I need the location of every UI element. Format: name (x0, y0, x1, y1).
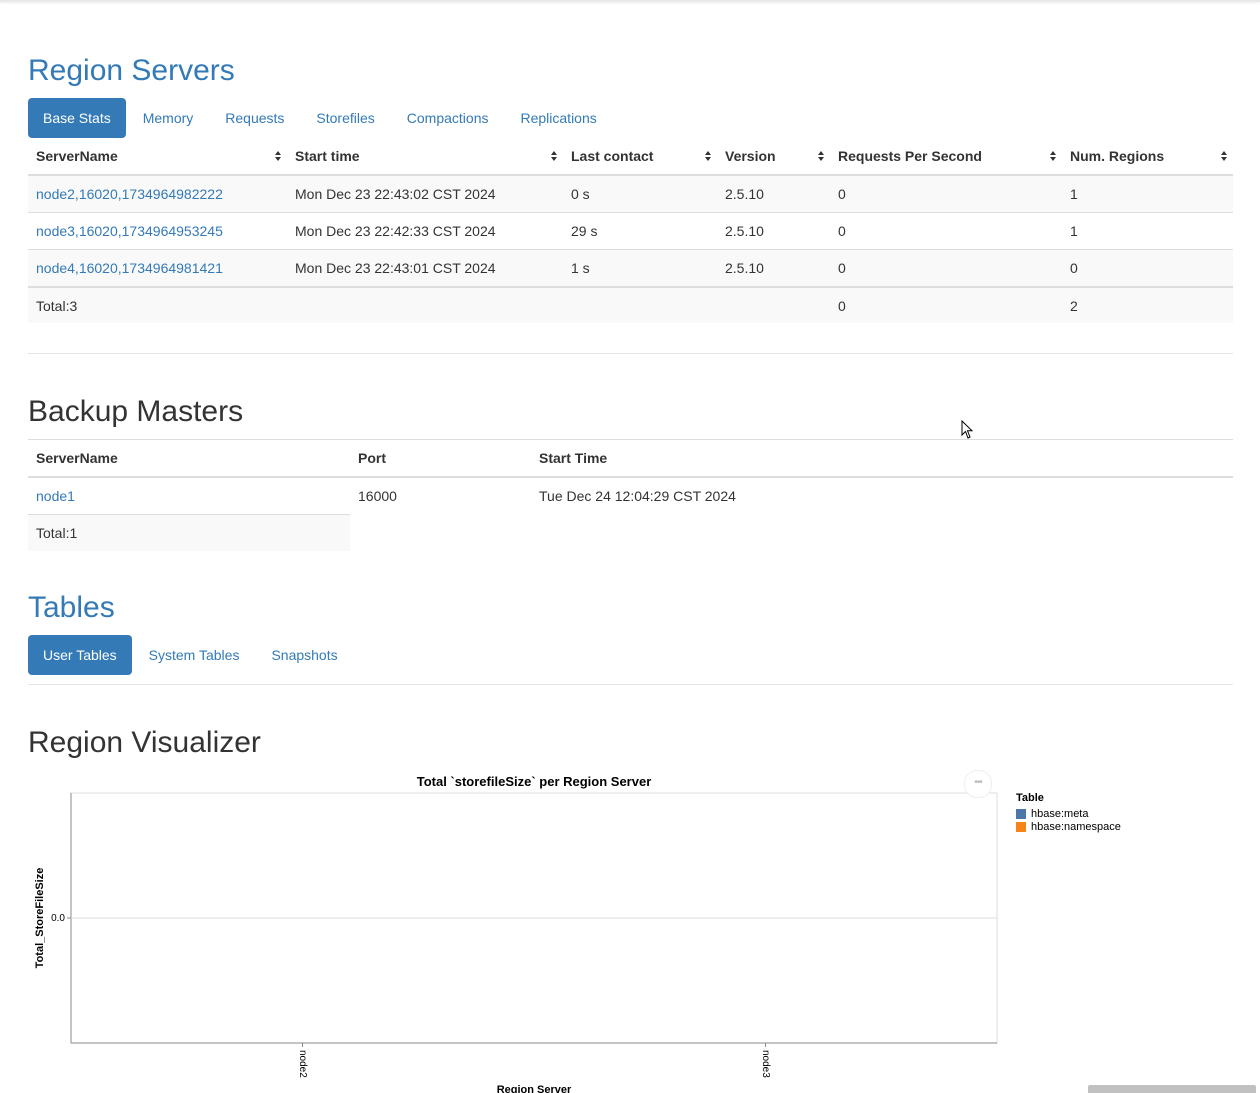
table-header-row: ServerName Start time Last contact Versi… (28, 138, 1233, 176)
requests-cell: 0 (830, 212, 1062, 250)
last-contact-cell: 0 s (563, 174, 717, 213)
backup-masters-table: ServerName Port Start Time node1 16000 T… (28, 439, 1233, 551)
legend-label: hbase:namespace (1031, 820, 1121, 833)
start-time-cell: Mon Dec 23 22:43:01 CST 2024 (287, 249, 563, 287)
region-servers-table: ServerName Start time Last contact Versi… (28, 138, 1233, 323)
tab-base-stats[interactable]: Base Stats (28, 98, 126, 138)
server-link[interactable]: node4,16020,1734964981421 (36, 260, 223, 276)
legend-swatch (1016, 808, 1026, 819)
tab-requests[interactable]: Requests (210, 98, 299, 138)
backup-master-link[interactable]: node1 (36, 488, 75, 504)
tab-memory[interactable]: Memory (128, 98, 209, 138)
requests-cell: 0 (830, 249, 1062, 287)
sort-both-icon[interactable] (705, 151, 711, 161)
server-link[interactable]: node3,16020,1734964953245 (36, 223, 223, 239)
tab-storefiles[interactable]: Storefiles (301, 98, 389, 138)
column-header-version[interactable]: Version (717, 138, 830, 176)
table-row: node4,16020,1734964981421 Mon Dec 23 22:… (28, 249, 1233, 287)
legend-item[interactable]: hbase:meta (1016, 807, 1121, 820)
x-axis-label: Region Server (497, 1084, 572, 1093)
total-label: Total:3 (28, 286, 287, 323)
region-servers-title[interactable]: Region Servers (28, 54, 235, 88)
sort-both-icon[interactable] (1221, 151, 1227, 161)
column-header-port: Port (350, 439, 531, 478)
x-tick-label: node2 (297, 1050, 308, 1078)
chart-svg: Total `storefileSize` per Region Server … (34, 774, 998, 1093)
last-contact-cell: 29 s (563, 212, 717, 250)
tables-title[interactable]: Tables (28, 591, 115, 625)
total-regions: 2 (1062, 286, 1233, 323)
tab-snapshots[interactable]: Snapshots (256, 635, 352, 675)
legend-title: Table (1016, 792, 1044, 804)
table-row: node2,16020,1734964982222 Mon Dec 23 22:… (28, 174, 1233, 213)
port-cell: 16000 (358, 488, 397, 505)
start-time-cell: Mon Dec 23 22:42:33 CST 2024 (287, 212, 563, 250)
section-divider (28, 353, 1233, 354)
legend-swatch (1016, 821, 1026, 832)
server-link[interactable]: node2,16020,1734964982222 (36, 186, 223, 202)
column-header-num-regions[interactable]: Num. Regions (1062, 138, 1233, 176)
x-axis-ticks: node2 node3 (297, 1043, 771, 1078)
storefile-size-chart: Total `storefileSize` per Region Server … (28, 766, 1260, 1093)
regions-cell: 1 (1062, 174, 1233, 213)
legend-item[interactable]: hbase:namespace (1016, 820, 1121, 833)
tab-replications[interactable]: Replications (505, 98, 611, 138)
chart-legend: Table hbase:meta hbase:namespace (1016, 792, 1121, 833)
start-time-cell: Tue Dec 24 12:04:29 CST 2024 (539, 488, 736, 505)
x-tick-label: node3 (760, 1050, 771, 1078)
backup-masters-title: Backup Masters (28, 395, 244, 428)
y-axis-label: Total_StoreFileSize (34, 868, 46, 969)
total-requests: 0 (830, 286, 1062, 323)
legend-label: hbase:meta (1031, 807, 1089, 820)
top-bar (0, 0, 1260, 2)
column-header-start-time: Start Time (531, 439, 1233, 478)
total-label: Total:1 (28, 514, 350, 551)
table-header-row: ServerName Port Start Time (28, 439, 1233, 478)
total-row: Total:3 0 2 (28, 286, 1233, 323)
tables-tabs: User Tables System Tables Snapshots (28, 635, 355, 675)
regions-cell: 1 (1062, 212, 1233, 250)
y-axis-ticks: 0.0 (51, 913, 997, 924)
sort-both-icon[interactable] (818, 151, 824, 161)
tab-system-tables[interactable]: System Tables (134, 635, 255, 675)
horizontal-scrollbar[interactable] (1088, 1085, 1256, 1093)
version-cell: 2.5.10 (717, 249, 830, 287)
last-contact-cell: 1 s (563, 249, 717, 287)
column-header-servername[interactable]: ServerName (28, 138, 287, 176)
tab-compactions[interactable]: Compactions (392, 98, 504, 138)
chart-title: Total `storefileSize` per Region Server (417, 774, 652, 789)
ellipsis-icon[interactable]: ••• (964, 770, 992, 798)
sort-both-icon[interactable] (551, 151, 557, 161)
sort-both-icon[interactable] (275, 151, 281, 161)
version-cell: 2.5.10 (717, 212, 830, 250)
column-header-start-time[interactable]: Start time (287, 138, 563, 176)
total-row: Total:1 (28, 514, 1233, 551)
region-visualizer-title: Region Visualizer (28, 726, 261, 759)
start-time-cell: Mon Dec 23 22:43:02 CST 2024 (287, 174, 563, 213)
section-divider (28, 684, 1233, 685)
region-servers-tabs: Base Stats Memory Requests Storefiles Co… (28, 98, 614, 138)
version-cell: 2.5.10 (717, 174, 830, 213)
regions-cell: 0 (1062, 249, 1233, 287)
y-tick-label: 0.0 (51, 913, 65, 924)
table-row: node3,16020,1734964953245 Mon Dec 23 22:… (28, 212, 1233, 250)
sort-both-icon[interactable] (1050, 151, 1056, 161)
table-row: node1 16000 Tue Dec 24 12:04:29 CST 2024 (28, 477, 1233, 515)
requests-cell: 0 (830, 174, 1062, 213)
tab-user-tables[interactable]: User Tables (28, 635, 132, 675)
column-header-servername: ServerName (28, 439, 350, 478)
column-header-requests-per-second[interactable]: Requests Per Second (830, 138, 1062, 176)
column-header-last-contact[interactable]: Last contact (563, 138, 717, 176)
mouse-pointer-icon (961, 420, 974, 439)
